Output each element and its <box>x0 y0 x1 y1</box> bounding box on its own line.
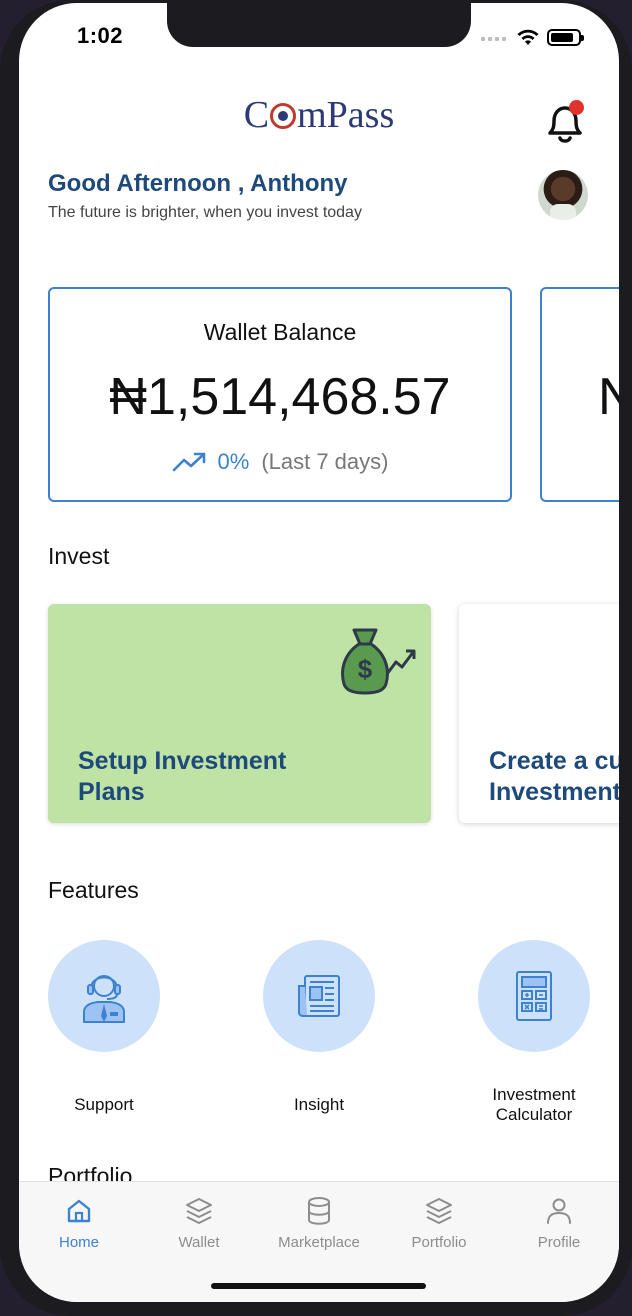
invest-section-title: Invest <box>48 543 110 569</box>
home-indicator <box>211 1283 426 1289</box>
tab-marketplace[interactable]: Marketplace <box>259 1194 379 1251</box>
support-feature-label: Support <box>74 1095 134 1114</box>
device-frame: 1:02 CmPass Good Afternoon , Anthony The… <box>0 0 632 1316</box>
newspaper-icon <box>298 975 340 1017</box>
tab-wallet[interactable]: Wallet <box>139 1194 259 1251</box>
wallet-balance-card[interactable]: Wallet Balance ₦1,514,468.57 0% (Last 7 d… <box>48 287 512 502</box>
tab-home-label: Home <box>58 1234 99 1251</box>
insight-feature-label: Insight <box>293 1095 345 1114</box>
database-icon <box>308 1197 330 1225</box>
battery-icon <box>547 29 584 46</box>
greeting-subtitle: The future is brighter, when you invest … <box>48 204 362 221</box>
change-period: (Last 7 days) <box>261 449 389 474</box>
trending-up-icon <box>172 452 205 472</box>
tab-portfolio-label: Portfolio <box>411 1234 467 1251</box>
support-feature-button[interactable] <box>48 940 160 1052</box>
compass-logo-mark-icon <box>270 103 297 129</box>
tab-marketplace-label: Marketplace <box>278 1234 360 1251</box>
cellular-signal-icon <box>481 37 506 41</box>
calculator-icon <box>516 971 552 1021</box>
tab-profile[interactable]: Profile <box>499 1194 619 1251</box>
tab-home[interactable]: Home <box>19 1194 139 1251</box>
device-notch <box>167 3 471 47</box>
create-custom-investment-card[interactable]: Create a custom Investment <box>459 604 619 823</box>
setup-investment-plans-title: Setup Investment Plans <box>78 747 287 806</box>
notification-dot <box>569 100 584 115</box>
wifi-icon <box>517 29 539 45</box>
setup-investment-plans-card[interactable]: $ Setup Investment Plans <box>48 604 431 823</box>
secondary-balance-card[interactable]: N <box>540 287 619 502</box>
tab-portfolio[interactable]: Portfolio <box>379 1194 499 1251</box>
app-screen: 1:02 CmPass Good Afternoon , Anthony The… <box>19 3 619 1302</box>
greeting-title: Good Afternoon , Anthony <box>48 170 348 197</box>
create-custom-investment-title: Create a custom Investment <box>489 747 619 806</box>
layers-icon <box>426 1198 452 1224</box>
tab-wallet-label: Wallet <box>178 1234 220 1251</box>
user-icon <box>547 1198 571 1224</box>
wallet-balance-change: 0% (Last 7 days) <box>50 449 510 475</box>
change-percent: 0% <box>217 449 250 474</box>
user-avatar[interactable] <box>538 170 588 220</box>
wallet-balance-amount: ₦1,514,468.57 <box>109 368 451 426</box>
svg-text:$: $ <box>358 654 373 684</box>
home-icon <box>67 1199 91 1223</box>
wallet-balance-title: Wallet Balance <box>203 319 357 345</box>
investment-calculator-feature-label: Investment Calculator <box>492 1085 576 1124</box>
layers-icon <box>186 1198 212 1224</box>
status-time: 1:02 <box>77 23 124 48</box>
tab-profile-label: Profile <box>537 1234 581 1251</box>
secondary-balance-amount: N <box>598 368 619 426</box>
insight-feature-button[interactable] <box>263 940 375 1052</box>
compass-logo: CmPass <box>243 94 395 136</box>
investment-calculator-feature-button[interactable] <box>478 940 590 1052</box>
features-section-title: Features <box>48 877 139 903</box>
support-agent-icon <box>83 975 125 1023</box>
money-bag-growth-icon: $ <box>341 628 416 695</box>
